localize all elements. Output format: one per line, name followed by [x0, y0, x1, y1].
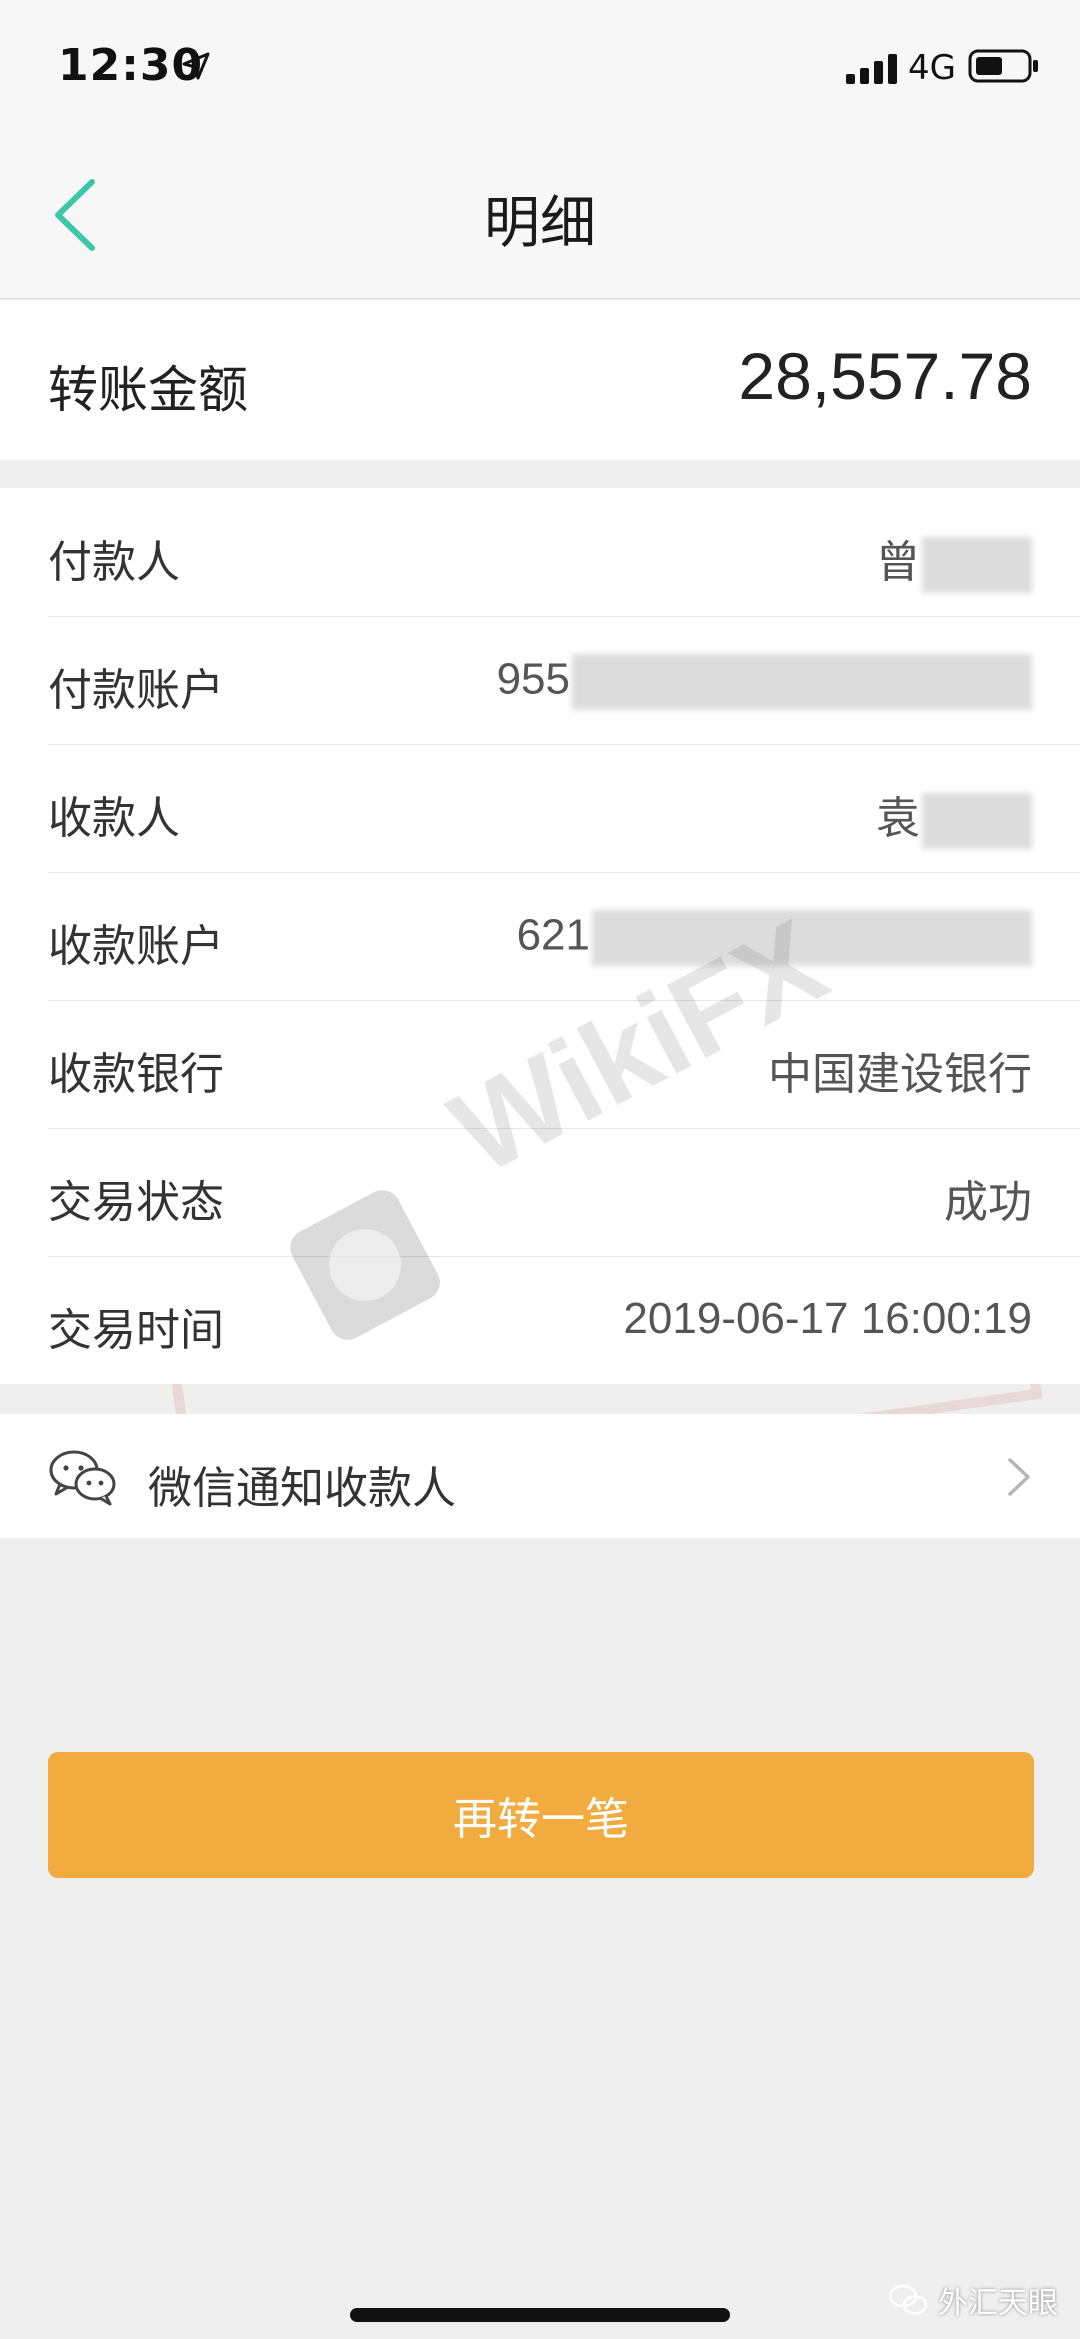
- payee-account-label: 收款账户: [48, 921, 224, 972]
- detail-row-payer-account: 付款账户 955: [0, 616, 1080, 744]
- payer-account-value-text: 955: [496, 654, 570, 704]
- wechat-notify-row[interactable]: 微信通知收款人: [0, 1414, 1080, 1538]
- wechat-source-icon: [888, 2284, 928, 2315]
- payee-account-value: 621: [517, 910, 1032, 966]
- location-arrow-icon: [182, 52, 210, 80]
- amount-label: 转账金额: [48, 361, 248, 419]
- redacted-block: [572, 654, 1032, 710]
- payee-value: 袁: [876, 782, 1032, 850]
- page-title: 明细: [484, 191, 596, 256]
- wechat-notify-label: 微信通知收款人: [148, 1463, 456, 1514]
- nav-bar: 明细: [0, 130, 1080, 299]
- source-label: 外汇天眼: [938, 2286, 1058, 2321]
- status-value: 成功: [944, 1178, 1032, 1227]
- payer-value-text: 曾: [876, 538, 920, 587]
- status-label: 交易状态: [48, 1177, 224, 1228]
- time-value: 2019-06-17 16:00:19: [623, 1294, 1032, 1343]
- payee-label: 收款人: [48, 793, 180, 844]
- status-bar: 12:30 4G: [0, 0, 1080, 130]
- transfer-again-button[interactable]: 再转一笔: [48, 1752, 1034, 1878]
- amount-value: 28,557.78: [738, 339, 1032, 413]
- chevron-right-icon: [1008, 1458, 1030, 1496]
- payee-value-text: 袁: [876, 794, 920, 843]
- battery-icon: [968, 49, 1038, 83]
- redacted-block: [592, 910, 1032, 966]
- detail-row-time: 交易时间 2019-06-17 16:00:19: [0, 1256, 1080, 1384]
- time-label: 交易时间: [48, 1305, 224, 1356]
- detail-row-payee-bank: 收款银行 中国建设银行: [0, 1000, 1080, 1128]
- detail-row-payer: 付款人 曾: [0, 488, 1080, 616]
- signal-icon: [846, 54, 897, 84]
- detail-row-payee-account: 收款账户 621: [0, 872, 1080, 1000]
- payer-value: 曾: [876, 526, 1032, 594]
- payee-bank-value: 中国建设银行: [768, 1050, 1032, 1099]
- payer-label: 付款人: [48, 537, 180, 588]
- payee-bank-label: 收款银行: [48, 1049, 224, 1100]
- network-label: 4G: [908, 48, 956, 88]
- payee-account-value-text: 621: [516, 910, 590, 960]
- payer-account-value: 955: [497, 654, 1032, 710]
- detail-row-status: 交易状态 成功: [0, 1128, 1080, 1256]
- redacted-block: [922, 793, 1032, 850]
- source-badge: 外汇天眼: [888, 2275, 1058, 2325]
- redacted-block: [922, 537, 1032, 594]
- wechat-icon: [49, 1450, 116, 1506]
- home-indicator: [350, 2308, 730, 2322]
- amount-section: 转账金额 28,557.78: [0, 300, 1080, 460]
- detail-row-payee: 收款人 袁: [0, 744, 1080, 872]
- payer-account-label: 付款账户: [48, 665, 224, 716]
- detail-list: 付款人 曾 付款账户 955 收款人 袁 收款账户 621 收款银行 中国建设银…: [0, 488, 1080, 1384]
